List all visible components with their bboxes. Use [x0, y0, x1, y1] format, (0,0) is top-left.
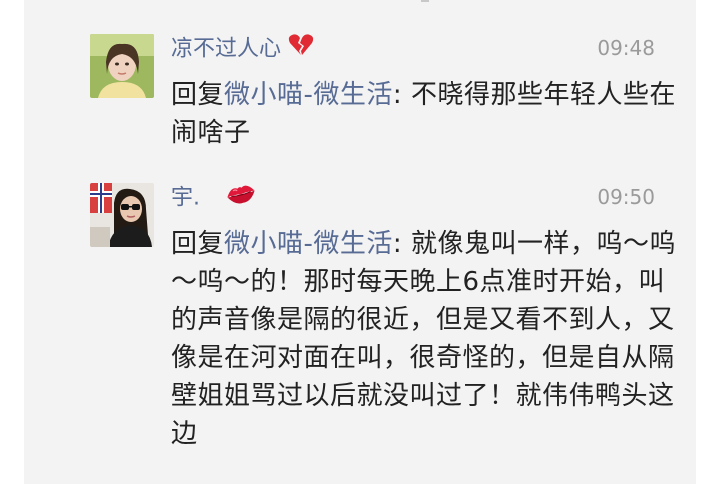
comments-panel: 凉不过人心 09:48 回复微小喵-微生活: 不晓得那些年轻人些在闹啥子 宇. …: [24, 0, 696, 484]
comment-author[interactable]: 凉不过人心: [171, 33, 314, 66]
reply-target-link[interactable]: 微小喵-微生活: [224, 80, 393, 110]
author-name[interactable]: 凉不过人心: [171, 37, 281, 62]
comment-time: 09:48: [597, 36, 655, 60]
comment-text: 就像鬼叫一样，呜～呜～呜～的！那时每天晚上6点准时开始，叫的声音像是隔的很近，但…: [171, 229, 676, 449]
comment-item: 凉不过人心 09:48 回复微小喵-微生活: 不晓得那些年轻人些在闹啥子: [24, 0, 696, 170]
comment-author[interactable]: 宇.: [171, 182, 257, 215]
reply-separator: :: [392, 229, 411, 259]
reply-separator: :: [392, 80, 411, 110]
reply-prefix: 回复: [171, 229, 225, 259]
avatar[interactable]: [90, 183, 154, 247]
avatar[interactable]: [90, 34, 154, 98]
comment-item: 宇. 09:50 回复微小喵-微生活: 就像鬼叫一样，呜～呜～呜～的！那时每天晚…: [24, 170, 696, 484]
author-name[interactable]: 宇.: [171, 186, 200, 211]
reply-prefix: 回复: [171, 80, 225, 110]
reply-target-link[interactable]: 微小喵-微生活: [224, 229, 393, 259]
comment-body: 回复微小喵-微生活: 不晓得那些年轻人些在闹啥子: [171, 76, 679, 152]
comment-body: 回复微小喵-微生活: 就像鬼叫一样，呜～呜～呜～的！那时每天晚上6点准时开始，叫…: [171, 225, 679, 453]
comment-time: 09:50: [597, 185, 655, 209]
kiss-mark-icon: [225, 182, 257, 215]
broken-heart-icon: [288, 33, 314, 66]
